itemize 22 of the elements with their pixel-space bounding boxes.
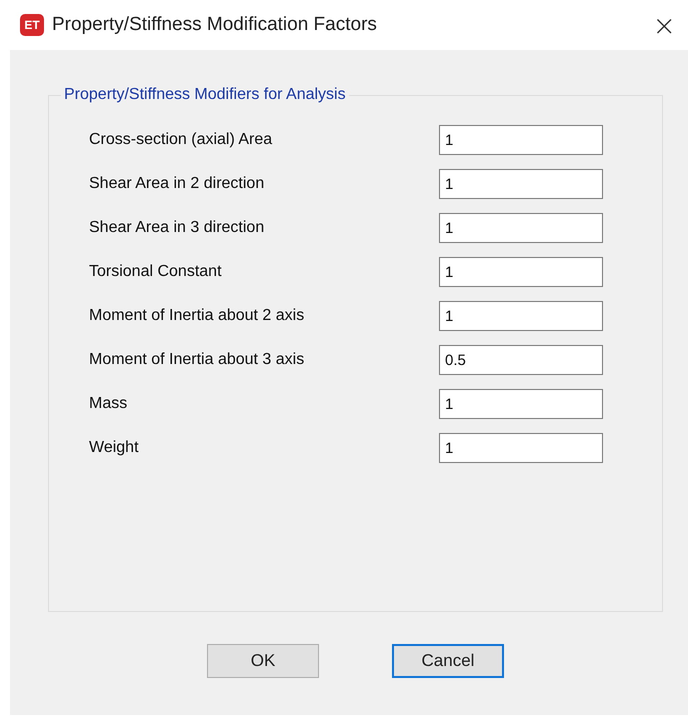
ok-button[interactable]: OK: [207, 644, 319, 678]
group-title: Property/Stiffness Modifiers for Analysis: [61, 86, 349, 104]
field-label: Cross-section (axial) Area: [89, 131, 274, 149]
input-field[interactable]: 1: [439, 213, 603, 243]
cancel-button[interactable]: Cancel: [392, 644, 504, 678]
field-label: Weight: [89, 439, 140, 457]
input-field[interactable]: 1: [439, 125, 603, 155]
field-label: Mass: [89, 395, 128, 413]
field-label: Moment of Inertia about 3 axis: [89, 351, 306, 369]
field-label: Torsional Constant: [89, 263, 223, 281]
field-label: Moment of Inertia about 2 axis: [89, 307, 306, 325]
input-field[interactable]: 1: [439, 169, 603, 199]
field-label: Shear Area in 3 direction: [89, 219, 266, 237]
window-title: Property/Stiffness Modification Factors: [52, 14, 378, 36]
field-label: Shear Area in 2 direction: [89, 175, 266, 193]
app-logo-icon: ET: [20, 14, 44, 36]
close-button[interactable]: ×: [648, 8, 680, 42]
input-field[interactable]: 0.5: [439, 345, 603, 375]
input-field[interactable]: 1: [439, 257, 603, 287]
input-field[interactable]: 1: [439, 389, 603, 419]
input-field[interactable]: 1: [439, 301, 603, 331]
input-field[interactable]: 1: [439, 433, 603, 463]
